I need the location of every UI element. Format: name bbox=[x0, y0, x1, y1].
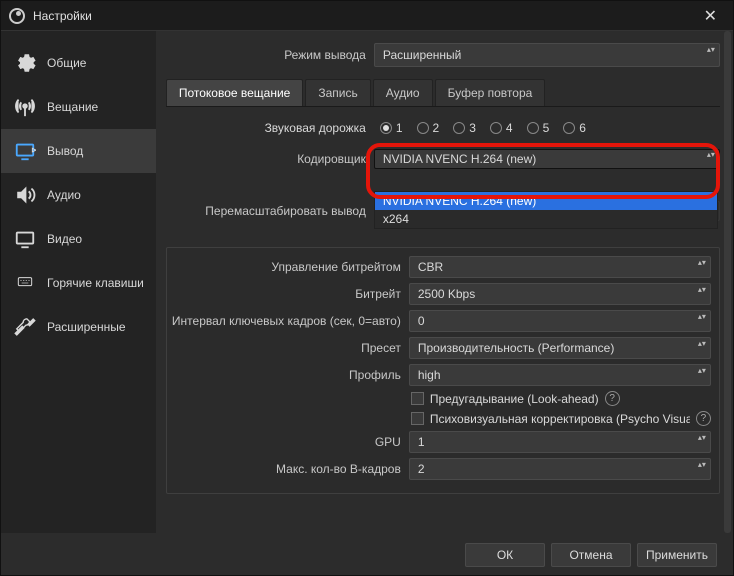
tab-streaming[interactable]: Потоковое вещание bbox=[166, 79, 304, 106]
encoder-option-x264[interactable]: x264 bbox=[375, 210, 717, 228]
audio-icon bbox=[13, 183, 37, 207]
help-icon[interactable]: ? bbox=[605, 391, 620, 406]
audio-track-label: Звуковая дорожка bbox=[166, 121, 366, 135]
output-tabs: Потоковое вещание Запись Аудио Буфер пов… bbox=[166, 79, 720, 107]
sidebar-item-audio[interactable]: Аудио bbox=[1, 173, 156, 217]
dialog-footer: ОК Отмена Применить bbox=[1, 533, 733, 575]
lookahead-checkbox[interactable] bbox=[411, 392, 424, 405]
psycho-checkbox[interactable] bbox=[411, 412, 424, 425]
sidebar-item-label: Вещание bbox=[47, 100, 98, 114]
window-body: Общие Вещание Вывод Аудио bbox=[1, 31, 733, 533]
sidebar-item-hotkeys[interactable]: Горячие клавиши bbox=[1, 261, 156, 305]
bitrate-label: Битрейт bbox=[167, 287, 401, 301]
output-mode-value: Расширенный bbox=[383, 48, 462, 62]
audio-track-5[interactable]: 5 bbox=[527, 121, 550, 135]
keyboard-icon bbox=[13, 271, 37, 295]
keyint-input[interactable]: 0▴▾ bbox=[409, 310, 711, 332]
cancel-button[interactable]: Отмена bbox=[551, 543, 631, 567]
tab-recording[interactable]: Запись bbox=[305, 79, 370, 106]
profile-select[interactable]: high▴▾ bbox=[409, 364, 711, 386]
settings-sidebar: Общие Вещание Вывод Аудио bbox=[1, 31, 156, 533]
spinner-icon: ▴▾ bbox=[707, 46, 715, 54]
audio-track-1[interactable]: 1 bbox=[380, 121, 403, 135]
sidebar-item-video[interactable]: Видео bbox=[1, 217, 156, 261]
gear-icon bbox=[13, 51, 37, 75]
obs-app-icon bbox=[9, 8, 25, 24]
spinner-icon: ▴▾ bbox=[698, 461, 706, 469]
tools-icon bbox=[13, 315, 37, 339]
tab-audio[interactable]: Аудио bbox=[373, 79, 433, 106]
sidebar-item-general[interactable]: Общие bbox=[1, 41, 156, 85]
close-button[interactable]: ✕ bbox=[696, 2, 725, 30]
help-icon[interactable]: ? bbox=[696, 411, 711, 426]
vertical-scrollbar[interactable] bbox=[724, 31, 731, 533]
encoder-label: Кодировщик bbox=[166, 152, 366, 166]
apply-button[interactable]: Применить bbox=[637, 543, 717, 567]
stream-icon bbox=[13, 95, 37, 119]
output-mode-select[interactable]: Расширенный ▴▾ bbox=[374, 43, 720, 67]
output-mode-row: Режим вывода Расширенный ▴▾ bbox=[166, 43, 720, 67]
rate-control-select[interactable]: CBR▴▾ bbox=[409, 256, 711, 278]
bitrate-input[interactable]: 2500 Kbps▴▾ bbox=[409, 283, 711, 305]
profile-label: Профиль bbox=[167, 368, 401, 382]
audio-track-4[interactable]: 4 bbox=[490, 121, 513, 135]
encoder-wrap: Кодировщик NVIDIA NVENC H.264 (new) ▴▾ N… bbox=[166, 149, 720, 171]
audio-track-3[interactable]: 3 bbox=[453, 121, 476, 135]
bframes-input[interactable]: 2▴▾ bbox=[409, 458, 711, 480]
spinner-icon: ▴▾ bbox=[707, 151, 715, 159]
encoder-select[interactable]: NVIDIA NVENC H.264 (new) ▴▾ bbox=[374, 149, 720, 169]
audio-track-6[interactable]: 6 bbox=[563, 121, 586, 135]
encoder-dropdown: NVIDIA NVENC H.264 (new) x264 bbox=[374, 191, 718, 229]
tab-replay-buffer[interactable]: Буфер повтора bbox=[435, 79, 546, 106]
encoder-settings-panel: Управление битрейтом CBR▴▾ Битрейт 2500 … bbox=[166, 247, 720, 494]
sidebar-item-advanced[interactable]: Расширенные bbox=[1, 305, 156, 349]
sidebar-item-stream[interactable]: Вещание bbox=[1, 85, 156, 129]
audio-track-row: Звуковая дорожка 1 2 3 4 5 6 bbox=[166, 115, 720, 141]
output-mode-label: Режим вывода bbox=[166, 48, 366, 62]
audio-track-2[interactable]: 2 bbox=[417, 121, 440, 135]
encoder-option-nvenc[interactable]: NVIDIA NVENC H.264 (new) bbox=[375, 192, 717, 210]
lookahead-label: Предугадывание (Look-ahead) bbox=[430, 392, 599, 406]
keyint-label: Интервал ключевых кадров (сек, 0=авто) bbox=[167, 314, 401, 328]
output-icon bbox=[13, 139, 37, 163]
spinner-icon: ▴▾ bbox=[698, 313, 706, 321]
spinner-icon: ▴▾ bbox=[698, 259, 706, 267]
ok-button[interactable]: ОК bbox=[465, 543, 545, 567]
video-icon bbox=[13, 227, 37, 251]
settings-window: Настройки ✕ Общие Вещание Вывод bbox=[0, 0, 734, 576]
spinner-icon: ▴▾ bbox=[698, 434, 706, 442]
gpu-input[interactable]: 1▴▾ bbox=[409, 431, 711, 453]
gpu-label: GPU bbox=[167, 435, 401, 449]
output-settings-content: Режим вывода Расширенный ▴▾ Потоковое ве… bbox=[156, 31, 734, 533]
titlebar: Настройки ✕ bbox=[1, 1, 733, 31]
bframes-label: Макс. кол-во B-кадров bbox=[167, 462, 401, 476]
sidebar-item-label: Общие bbox=[47, 56, 86, 70]
sidebar-item-label: Видео bbox=[47, 232, 82, 246]
window-title: Настройки bbox=[33, 9, 696, 23]
psycho-label: Психовизуальная корректировка (Psycho Vi… bbox=[430, 412, 690, 426]
spinner-icon: ▴▾ bbox=[698, 340, 706, 348]
rate-control-label: Управление битрейтом bbox=[167, 260, 401, 274]
spinner-icon: ▴▾ bbox=[698, 367, 706, 375]
preset-label: Пресет bbox=[167, 341, 401, 355]
rescale-label: Перемасштабировать вывод bbox=[166, 204, 366, 218]
sidebar-item-label: Аудио bbox=[47, 188, 81, 202]
sidebar-item-output[interactable]: Вывод bbox=[1, 129, 156, 173]
encoder-value: NVIDIA NVENC H.264 (new) bbox=[383, 152, 536, 166]
preset-select[interactable]: Производительность (Performance)▴▾ bbox=[409, 337, 711, 359]
sidebar-item-label: Расширенные bbox=[47, 320, 126, 334]
sidebar-item-label: Горячие клавиши bbox=[47, 276, 144, 290]
spinner-icon: ▴▾ bbox=[698, 286, 706, 294]
sidebar-item-label: Вывод bbox=[47, 144, 83, 158]
